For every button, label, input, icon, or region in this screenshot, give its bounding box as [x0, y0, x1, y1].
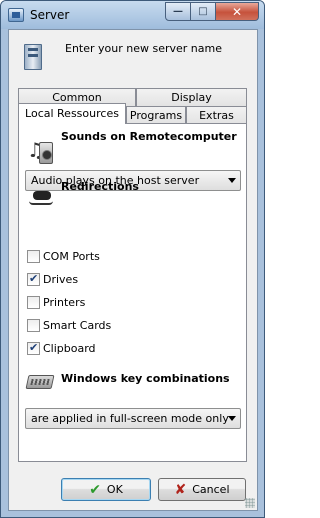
resize-grip[interactable] [245, 498, 255, 508]
chevron-down-icon [228, 416, 236, 421]
title-bar[interactable]: Server — □ ✕ [1, 1, 264, 29]
redirections-title: Redirections [61, 180, 139, 193]
windows-keys-select-value: are applied in full-screen mode only [31, 412, 229, 425]
plug-cable [29, 201, 53, 205]
minimize-button[interactable]: — [165, 2, 191, 21]
checkbox-box[interactable] [27, 318, 40, 332]
server-dialog: Server — □ ✕ Enter your new server name … [0, 0, 265, 518]
tab-label: Programs [129, 109, 183, 122]
checkbox-label: Smart Cards [43, 318, 112, 332]
server-icon [24, 44, 42, 70]
checkbox-box[interactable] [27, 272, 40, 286]
header-text: Enter your new server name [65, 42, 222, 55]
sounds-title: Sounds on Remotecomputer [61, 130, 237, 143]
checkbox-smart-cards[interactable]: Smart Cards [27, 317, 111, 333]
checkbox-label: COM Ports [43, 249, 100, 263]
checkbox-box[interactable] [27, 341, 40, 355]
app-icon [8, 8, 24, 22]
checkbox-label: Printers [43, 295, 86, 309]
checkbox-drives[interactable]: Drives [27, 271, 78, 287]
close-icon: ✕ [231, 4, 243, 19]
tab-extras[interactable]: Extras [186, 106, 247, 124]
cancel-x-icon: ✘ [174, 481, 187, 498]
checkbox-clipboard[interactable]: Clipboard [27, 340, 96, 356]
keyboard-icon [25, 375, 55, 389]
cancel-button-label: Cancel [192, 483, 230, 496]
windows-keys-select[interactable]: are applied in full-screen mode only [25, 408, 241, 429]
checkbox-printers[interactable]: Printers [27, 294, 85, 310]
tab-display[interactable]: Display [136, 88, 247, 106]
speaker-box [39, 142, 53, 164]
tab-programs[interactable]: Programs [126, 106, 186, 124]
plug-body [33, 191, 51, 200]
ok-button[interactable]: ✔ OK [61, 478, 151, 501]
speaker-icon: ♫ [27, 136, 53, 166]
checkbox-com-ports[interactable]: COM Ports [27, 248, 100, 264]
tab-label: Local Ressources [25, 107, 119, 120]
checkbox-label: Drives [43, 272, 79, 286]
maximize-button[interactable]: □ [191, 2, 216, 21]
tab-label: Display [171, 91, 212, 104]
caption-buttons: — □ ✕ [165, 2, 259, 21]
checkbox-box[interactable] [27, 295, 40, 309]
checkmark-icon: ✔ [89, 481, 101, 498]
plug-icon [29, 188, 55, 206]
chevron-down-icon [228, 178, 236, 183]
tab-label: Extras [199, 109, 234, 122]
maximize-icon: □ [198, 6, 208, 17]
window-title: Server [30, 8, 70, 22]
checkbox-label: Clipboard [43, 341, 96, 355]
dialog-body: Enter your new server name Common Displa… [8, 29, 258, 511]
minimize-icon: — [173, 6, 183, 17]
tab-local-ressources[interactable]: Local Ressources [18, 103, 126, 124]
close-button[interactable]: ✕ [216, 2, 259, 21]
windows-keys-title: Windows key combinations [61, 372, 230, 385]
tab-panel-local-ressources: ♫ Sounds on Remotecomputer Audio plays o… [18, 123, 247, 462]
checkbox-box[interactable] [27, 249, 40, 263]
ok-button-label: OK [106, 483, 123, 496]
cancel-button[interactable]: ✘ Cancel [158, 478, 246, 501]
